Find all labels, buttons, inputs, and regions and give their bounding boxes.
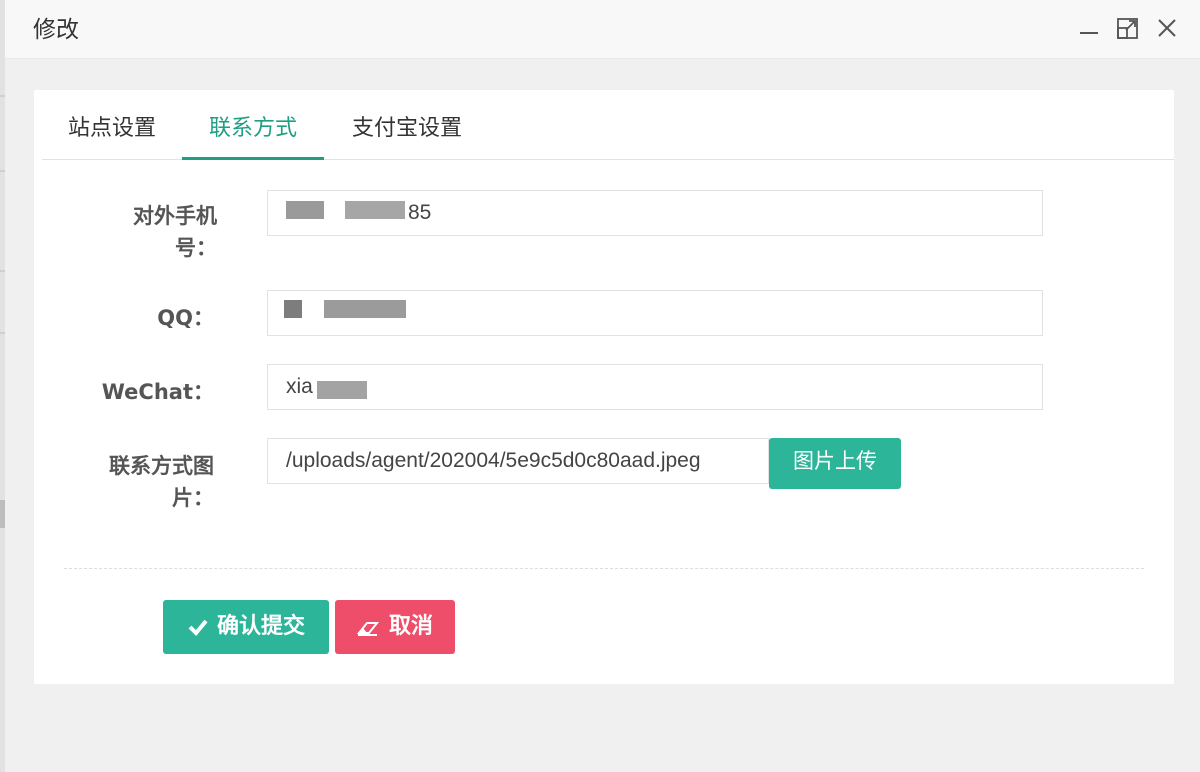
wechat-label: WeChat： [101,380,214,404]
qq-label: QQ： [157,306,214,330]
maximize-icon [1117,18,1138,39]
tab-site-settings[interactable]: 站点设置 [64,90,160,159]
form-divider [64,568,1144,569]
redacted-region [284,300,302,318]
minimize-button[interactable] [1075,14,1103,42]
wechat-input[interactable]: xia [267,364,1043,410]
cancel-button[interactable]: 取消 [335,600,455,654]
tab-bar: 站点设置 联系方式 支付宝设置 [42,90,1174,160]
minimize-icon [1080,32,1098,34]
redacted-region [286,201,324,219]
close-button[interactable] [1153,14,1181,42]
form-panel: 站点设置 联系方式 支付宝设置 对外手机号： 85 QQ： WeChat： xi… [34,90,1174,684]
tab-contact[interactable]: 联系方式 [182,90,324,160]
redacted-region [317,381,367,399]
eraser-icon [356,622,380,636]
close-icon [1158,19,1176,37]
redacted-region [345,201,405,219]
contact-image-label: 联系方式图片： [109,454,214,510]
edit-dialog: 修改 站点设置 联系方式 支付宝设置 对外手机号： 85 QQ： WeChat：… [5,0,1200,772]
check-icon [188,619,208,636]
redacted-region [324,300,406,318]
contact-image-path-input[interactable]: /uploads/agent/202004/5e9c5d0c80aad.jpeg [267,438,769,484]
upload-image-button[interactable]: 图片上传 [769,438,901,489]
submit-label: 确认提交 [216,614,305,639]
tab-alipay-settings[interactable]: 支付宝设置 [347,90,467,159]
phone-label: 对外手机号： [133,204,217,260]
maximize-button[interactable] [1114,14,1142,42]
submit-button[interactable]: 确认提交 [163,600,329,654]
cancel-label: 取消 [388,614,433,639]
dialog-titlebar: 修改 [5,0,1200,59]
dialog-title: 修改 [33,17,79,43]
